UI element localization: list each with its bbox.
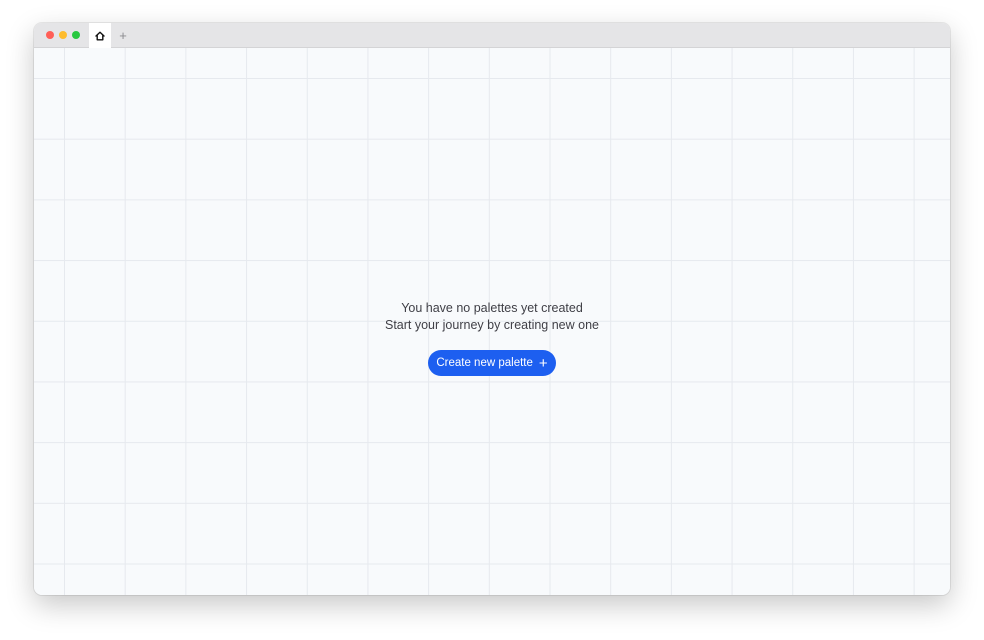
tab-home[interactable] [89,23,111,48]
create-palette-label: Create new palette [436,357,533,369]
create-palette-button[interactable]: Create new palette + [428,350,556,376]
empty-state-subtitle: Start your journey by creating new one [384,318,599,332]
title-bar: + [34,23,950,48]
plus-icon: + [538,354,548,372]
empty-state-title: You have no palettes yet created [401,301,583,315]
minimize-window-button[interactable] [59,31,67,39]
app-window: + You have no palettes yet created Start… [34,23,950,595]
new-tab-button[interactable]: + [114,23,132,47]
close-window-button[interactable] [46,31,54,39]
plus-icon: + [119,27,127,43]
maximize-window-button[interactable] [72,31,80,39]
home-icon [95,31,105,40]
palette-canvas: You have no palettes yet created Start y… [34,48,950,595]
empty-state: You have no palettes yet created Start y… [34,300,950,334]
